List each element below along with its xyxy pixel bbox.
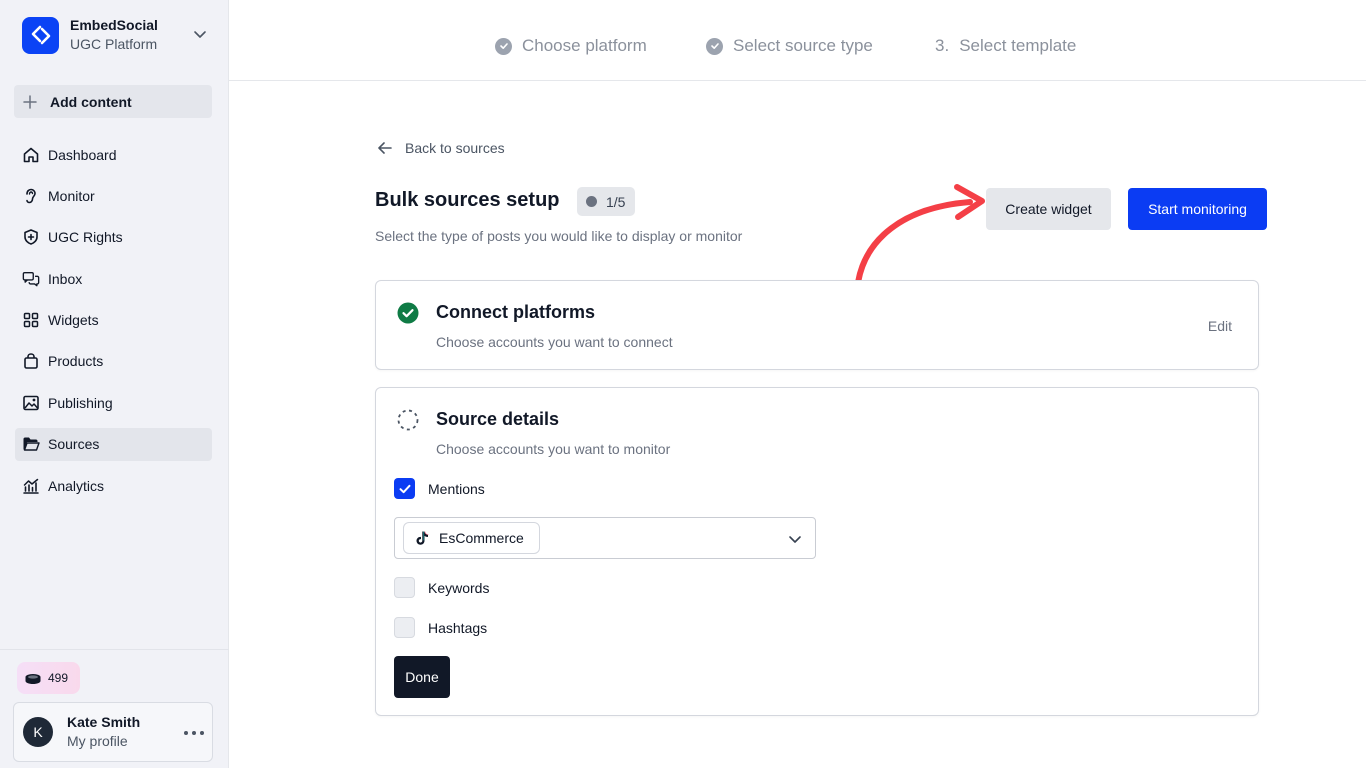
plus-icon xyxy=(22,94,38,110)
step-label: Select template xyxy=(959,36,1077,55)
start-monitoring-button[interactable]: Start monitoring xyxy=(1128,188,1267,230)
step-number: 3. xyxy=(935,36,950,55)
add-content-button[interactable]: Add content xyxy=(14,85,212,118)
source-details-title: Source details xyxy=(436,409,560,429)
check-circle-icon xyxy=(706,37,723,55)
connect-platforms-title: Connect platforms xyxy=(436,302,596,322)
bag-icon xyxy=(22,352,40,370)
sidebar-divider xyxy=(0,649,229,650)
profile-card[interactable]: K Kate Smith My profile xyxy=(13,702,213,762)
step-label: Choose platform xyxy=(522,36,647,55)
source-details-subtitle: Choose accounts you want to monitor xyxy=(436,441,671,457)
sidebar: EmbedSocial UGC Platform Add content Das… xyxy=(0,0,229,768)
keywords-checkbox[interactable] xyxy=(394,577,415,598)
embedsocial-logo-icon xyxy=(22,16,59,54)
create-widget-button[interactable]: Create widget xyxy=(986,188,1111,230)
sidebar-item-label: UGC Rights xyxy=(48,229,123,246)
keywords-label: Keywords xyxy=(428,579,490,596)
mentions-option[interactable]: Mentions xyxy=(394,478,485,499)
sidebar-item-label: Monitor xyxy=(48,187,95,204)
home-icon xyxy=(22,146,40,164)
sidebar-item-dashboard[interactable]: Dashboard xyxy=(15,138,212,171)
connect-platforms-subtitle: Choose accounts you want to connect xyxy=(436,334,673,350)
chat-icon xyxy=(22,270,40,288)
chart-icon xyxy=(22,477,40,495)
back-to-sources-link[interactable]: Back to sources xyxy=(376,139,505,157)
profile-name: Kate Smith xyxy=(67,714,141,730)
keywords-option[interactable]: Keywords xyxy=(394,577,489,598)
check-circle-icon xyxy=(495,37,512,55)
sidebar-item-label: Inbox xyxy=(48,270,83,287)
chevron-down-icon[interactable] xyxy=(787,531,803,552)
sidebar-item-inbox[interactable]: Inbox xyxy=(15,262,212,295)
edit-link[interactable]: Edit xyxy=(1208,318,1232,334)
source-details-card: Source details Choose accounts you want … xyxy=(375,387,1259,716)
image-icon xyxy=(22,394,40,412)
sidebar-item-label: Analytics xyxy=(48,477,105,494)
sidebar-item-label: Sources xyxy=(48,436,100,453)
back-label: Back to sources xyxy=(405,140,505,156)
hashtags-option[interactable]: Hashtags xyxy=(394,617,487,638)
sidebar-item-ugc-rights[interactable]: UGC Rights xyxy=(15,221,212,254)
step-progress-text: 1/5 xyxy=(606,193,626,210)
step-label: Select source type xyxy=(733,36,873,55)
tiktok-icon xyxy=(414,530,430,546)
check-circle-icon xyxy=(397,302,419,324)
dot-icon xyxy=(586,196,597,207)
account-select[interactable]: EsCommerce xyxy=(394,517,816,559)
page-title: Bulk sources setup xyxy=(375,189,560,211)
sidebar-item-label: Products xyxy=(48,353,104,370)
grid-icon xyxy=(22,311,40,329)
done-button[interactable]: Done xyxy=(394,656,450,698)
chevron-down-icon[interactable] xyxy=(192,26,208,47)
page-subtitle: Select the type of posts you would like … xyxy=(375,228,743,244)
hashtags-label: Hashtags xyxy=(428,619,488,636)
mentions-label: Mentions xyxy=(428,480,485,497)
hashtags-checkbox[interactable] xyxy=(394,617,415,638)
step-progress-badge: 1/5 xyxy=(577,187,635,216)
credits-badge[interactable]: 499 xyxy=(17,662,80,694)
step-select-source-type[interactable]: Select source type xyxy=(706,36,873,56)
sidebar-item-monitor[interactable]: Monitor xyxy=(15,179,212,212)
sidebar-item-publishing[interactable]: Publishing xyxy=(15,386,212,419)
sidebar-item-analytics[interactable]: Analytics xyxy=(15,469,212,502)
folder-icon xyxy=(22,435,40,453)
sidebar-nav: Dashboard Monitor UGC Rights Inbox Widge… xyxy=(15,138,212,511)
ear-icon xyxy=(22,187,40,205)
shield-icon xyxy=(22,228,40,246)
mentions-checkbox[interactable] xyxy=(394,478,415,499)
brand-subtitle: UGC Platform xyxy=(70,36,158,52)
arrow-left-icon xyxy=(376,139,394,157)
coins-icon xyxy=(24,672,42,684)
sidebar-item-label: Publishing xyxy=(48,394,113,411)
account-chip[interactable]: EsCommerce xyxy=(403,522,540,554)
step-choose-platform[interactable]: Choose platform xyxy=(495,36,647,56)
sidebar-item-sources[interactable]: Sources xyxy=(15,427,212,461)
connect-platforms-card: Connect platforms Choose accounts you wa… xyxy=(375,280,1259,370)
setup-stepper: Choose platform Select source type 3. Se… xyxy=(229,0,1366,81)
step-select-template[interactable]: 3. Select template xyxy=(935,36,1076,56)
sidebar-item-widgets[interactable]: Widgets xyxy=(15,304,212,337)
sidebar-item-label: Dashboard xyxy=(48,146,117,163)
more-dots-icon[interactable] xyxy=(184,725,204,741)
sidebar-item-products[interactable]: Products xyxy=(15,345,212,378)
account-name: EsCommerce xyxy=(439,530,524,546)
credits-count: 499 xyxy=(48,671,69,685)
sidebar-item-label: Widgets xyxy=(48,312,99,329)
brand-name: EmbedSocial xyxy=(70,17,158,33)
add-content-label: Add content xyxy=(50,93,132,110)
brand-switcher[interactable]: EmbedSocial UGC Platform xyxy=(22,15,218,55)
avatar: K xyxy=(23,717,53,747)
loading-circle-icon xyxy=(397,409,419,431)
profile-subtitle: My profile xyxy=(67,733,128,749)
